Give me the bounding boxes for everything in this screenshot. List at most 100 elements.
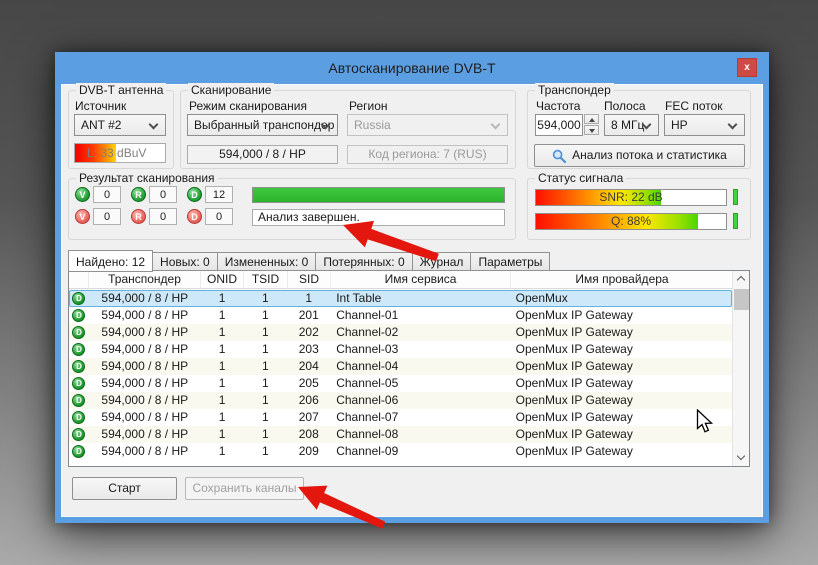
analyze-button-label: Анализ потока и статистика xyxy=(572,148,727,162)
frequency-stepper[interactable]: 594,000 xyxy=(535,114,599,136)
close-button[interactable]: x xyxy=(737,58,757,77)
fec-value: HP xyxy=(671,118,688,132)
column-header-6[interactable]: Имя провайдера xyxy=(511,271,734,289)
analyze-stream-button[interactable]: Анализ потока и статистика xyxy=(534,144,745,167)
snr-text: SNR: 22 dB xyxy=(536,190,726,205)
table-cell: 1 xyxy=(243,375,287,392)
table-cell: 204 xyxy=(287,358,330,375)
green-v-badge-icon: V xyxy=(75,187,90,202)
frequency-value[interactable]: 594,000 xyxy=(535,114,583,136)
table-cell: OpenMux IP Gateway xyxy=(510,409,732,426)
red-d-badge-icon: D xyxy=(187,209,202,224)
column-header-5[interactable]: Имя сервиса xyxy=(331,271,511,289)
table-cell: 594,000 / 8 / HP xyxy=(89,375,201,392)
column-header-0[interactable] xyxy=(69,271,89,289)
table-row[interactable]: D594,000 / 8 / HP11205Channel-05OpenMux … xyxy=(69,375,732,392)
table-cell: 1 xyxy=(243,307,287,324)
bandwidth-value: 8 МГц xyxy=(611,118,644,132)
table-cell: OpenMux xyxy=(510,290,732,307)
frequency-spin-buttons xyxy=(584,114,599,136)
table-row[interactable]: D594,000 / 8 / HP111Int TableOpenMux xyxy=(69,290,732,307)
channel-type-cell: D xyxy=(69,290,89,307)
counter-value: 0 xyxy=(149,208,177,225)
red-v-badge-icon: V xyxy=(75,209,90,224)
search-icon xyxy=(552,149,566,163)
table-cell: OpenMux IP Gateway xyxy=(510,358,732,375)
table-cell: 1 xyxy=(243,409,287,426)
table-cell: Channel-09 xyxy=(330,443,509,460)
table-cell: OpenMux IP Gateway xyxy=(510,375,732,392)
counters-found: V0R0D12 xyxy=(75,186,243,203)
table-cell: 1 xyxy=(243,341,287,358)
table-row[interactable]: D594,000 / 8 / HP11206Channel-06OpenMux … xyxy=(69,392,732,409)
table-row[interactable]: D594,000 / 8 / HP11207Channel-07OpenMux … xyxy=(69,409,732,426)
table-row[interactable]: D594,000 / 8 / HP11204Channel-04OpenMux … xyxy=(69,358,732,375)
channel-type-cell: D xyxy=(69,409,89,426)
antenna-group-title: DVB-T антенна xyxy=(76,83,166,97)
counter-value: 0 xyxy=(149,186,177,203)
column-header-2[interactable]: ONID xyxy=(201,271,244,289)
transponder-group-title: Транспондер xyxy=(535,83,614,97)
spin-up-button[interactable] xyxy=(584,114,599,124)
scanning-group-title: Сканирование xyxy=(188,83,274,97)
channel-type-cell: D xyxy=(69,375,89,392)
table-row[interactable]: D594,000 / 8 / HP11202Channel-02OpenMux … xyxy=(69,324,732,341)
table-cell: Channel-07 xyxy=(330,409,509,426)
counter-value: 12 xyxy=(205,186,233,203)
chevron-down-icon xyxy=(728,120,738,130)
table-cell: OpenMux IP Gateway xyxy=(510,443,732,460)
dtv-badge-icon: D xyxy=(72,292,85,305)
snr-indicator xyxy=(733,189,738,205)
column-header-3[interactable]: TSID xyxy=(244,271,288,289)
table-cell: 1 xyxy=(201,290,244,307)
column-header-4[interactable]: SID xyxy=(288,271,331,289)
bandwidth-label: Полоса xyxy=(604,99,646,113)
scroll-up-button[interactable] xyxy=(733,271,749,287)
table-cell: 1 xyxy=(201,307,244,324)
scrollbar-thumb[interactable] xyxy=(734,289,749,310)
table-cell: 594,000 / 8 / HP xyxy=(89,426,201,443)
scroll-down-button[interactable] xyxy=(733,450,749,466)
table-cell: 1 xyxy=(287,290,330,307)
table-cell: 209 xyxy=(287,443,330,460)
scan-progress-fill xyxy=(253,188,504,202)
table-cell: 1 xyxy=(201,358,244,375)
table-cell: 1 xyxy=(243,392,287,409)
tab-0[interactable]: Найдено: 12 xyxy=(68,250,153,272)
counters-lost: V0R0D0 xyxy=(75,208,243,225)
scan-progress-bar xyxy=(252,187,505,203)
table-cell: OpenMux IP Gateway xyxy=(510,307,732,324)
tab-4[interactable]: Журнал xyxy=(413,252,472,271)
start-button[interactable]: Старт xyxy=(72,477,177,500)
fec-select[interactable]: HP xyxy=(664,114,745,136)
table-row[interactable]: D594,000 / 8 / HP11201Channel-01OpenMux … xyxy=(69,307,732,324)
channel-table: ТранспондерONIDTSIDSIDИмя сервисаИмя про… xyxy=(68,270,750,467)
tab-3[interactable]: Потерянных: 0 xyxy=(316,252,412,271)
table-cell: 205 xyxy=(287,375,330,392)
tab-1[interactable]: Новых: 0 xyxy=(153,252,218,271)
quality-indicator xyxy=(733,213,738,229)
frequency-label: Частота xyxy=(536,99,580,113)
table-cell: 1 xyxy=(201,375,244,392)
table-row[interactable]: D594,000 / 8 / HP11203Channel-03OpenMux … xyxy=(69,341,732,358)
table-cell: 594,000 / 8 / HP xyxy=(89,324,201,341)
column-header-1[interactable]: Транспондер xyxy=(89,271,201,289)
table-cell: Int Table xyxy=(330,290,509,307)
autoscan-dialog: Автосканирование DVB-T x DVB-T антенна И… xyxy=(55,52,769,523)
scan-mode-select[interactable]: Выбранный транспондер xyxy=(187,114,338,136)
table-cell: 594,000 / 8 / HP xyxy=(89,358,201,375)
tab-2[interactable]: Измененных: 0 xyxy=(218,252,317,271)
table-cell: 203 xyxy=(287,341,330,358)
table-row[interactable]: D594,000 / 8 / HP11209Channel-09OpenMux … xyxy=(69,443,732,460)
spin-down-button[interactable] xyxy=(584,125,599,135)
bandwidth-select[interactable]: 8 МГц xyxy=(604,114,659,136)
antenna-source-select[interactable]: ANT #2 xyxy=(74,114,166,136)
snr-bar: SNR: 22 dB xyxy=(535,189,727,206)
table-cell: OpenMux IP Gateway xyxy=(510,341,732,358)
counter-value: 0 xyxy=(93,208,121,225)
annotation-arrow-save xyxy=(291,472,390,539)
tab-5[interactable]: Параметры xyxy=(471,252,550,271)
vertical-scrollbar[interactable] xyxy=(732,271,749,466)
table-row[interactable]: D594,000 / 8 / HP11208Channel-08OpenMux … xyxy=(69,426,732,443)
dtv-badge-icon: D xyxy=(72,445,85,458)
